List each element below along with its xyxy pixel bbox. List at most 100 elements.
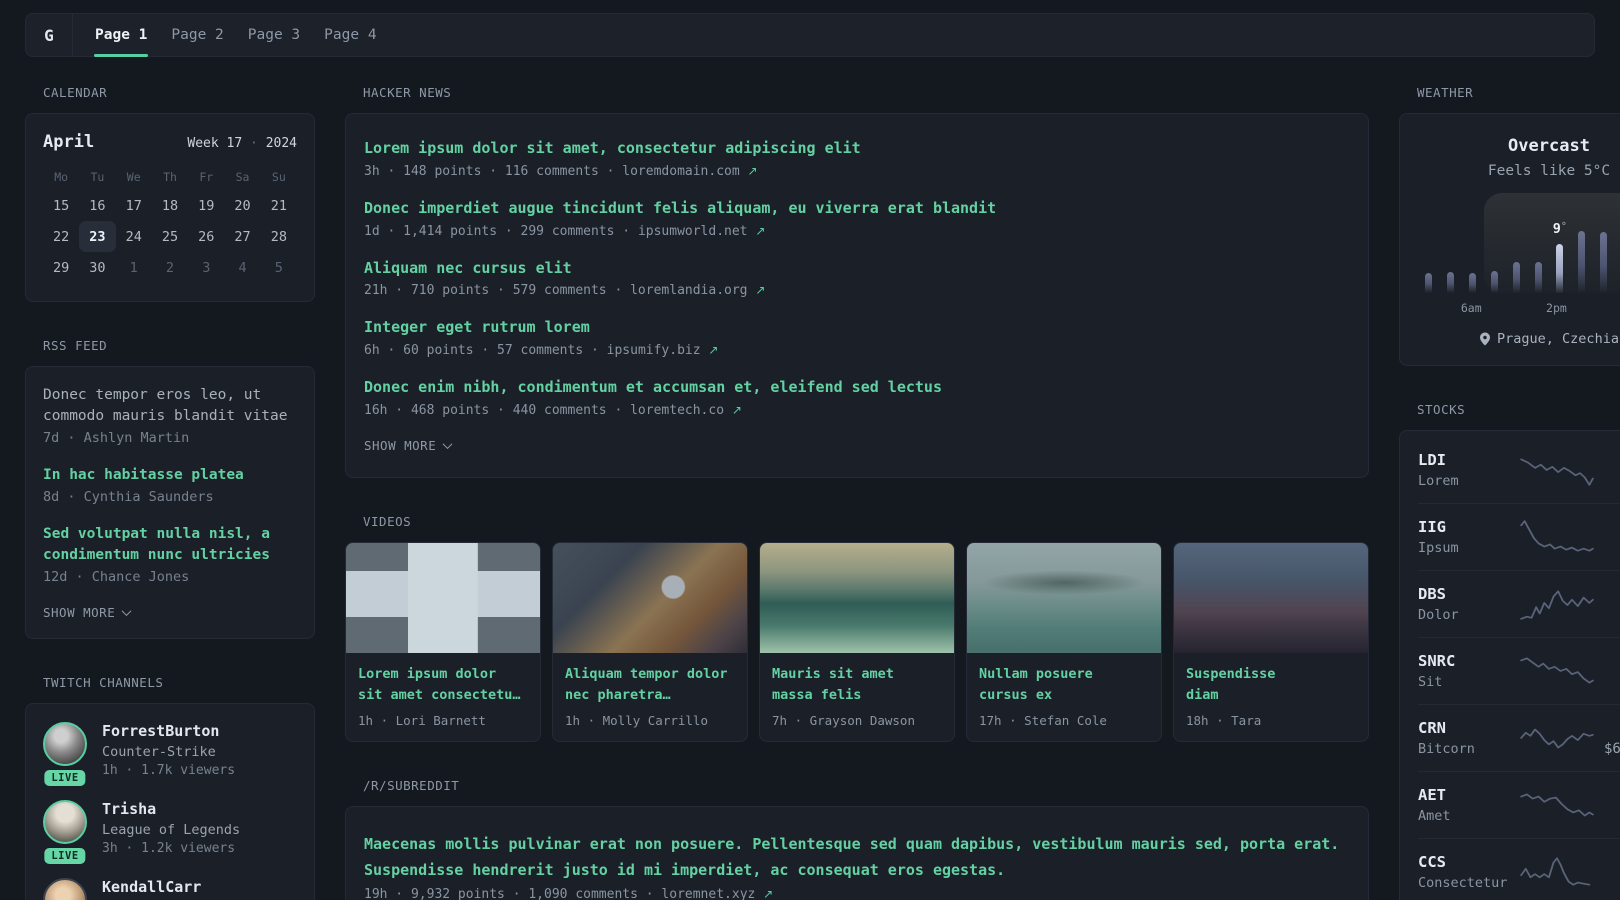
hn-story-domain[interactable]: loremdomain.com [622, 164, 739, 179]
stock-row[interactable]: LDI Lorem +4.35% $795.18 [1418, 437, 1620, 504]
stock-row[interactable]: DBS Dolor +1.42% $156.28 [1418, 571, 1620, 638]
nav-tabs: Page 1 Page 2 Page 3 Page 4 [73, 14, 389, 57]
rss-widget: RSS FEED Donec tempor eros leo, ut commo… [25, 338, 315, 639]
rss-item: In hac habitasse platea 8d · Cynthia Sau… [43, 465, 297, 505]
stock-row[interactable]: CRN Bitcorn -1.00% $66,171.48 [1418, 705, 1620, 772]
calendar-weekday: Su [271, 170, 286, 184]
stock-ticker[interactable]: LDI [1418, 451, 1510, 469]
weather-location-row: Prague, Czechia [1418, 331, 1620, 347]
subreddit-post-meta: 19h · 9,932 points · 1,090 comments · lo… [364, 887, 1350, 900]
video-thumbnail[interactable] [967, 542, 1161, 653]
stock-sparkline [1520, 520, 1594, 552]
calendar-weekday: We [126, 170, 141, 184]
stock-name: Ipsum [1418, 540, 1459, 556]
video-thumbnail[interactable] [760, 542, 954, 653]
calendar-day: 5 [274, 259, 283, 276]
hn-story-domain[interactable]: ipsumify.biz [607, 343, 701, 358]
hn-story-stats: 16h · 468 points · 440 comments · [364, 402, 631, 418]
stock-ticker[interactable]: CRN [1418, 719, 1510, 737]
stock-change: +2.84% [1604, 518, 1620, 536]
twitch-channel-category: League of Legends [102, 822, 241, 838]
calendar-day: 26 [198, 228, 215, 245]
hn-story-meta: 21h · 710 points · 579 comments · loreml… [364, 283, 1350, 298]
video-title[interactable]: Suspendisse diam [1186, 664, 1356, 706]
weather-bars: 9° [1418, 193, 1620, 293]
hn-story-title[interactable]: Donec imperdiet augue tincidunt felis al… [364, 198, 1350, 220]
left-column: CALENDAR April Week 17 · 2024 Mo Tu We Th Fr… [25, 85, 315, 900]
stock-sparkline [1520, 657, 1594, 684]
twitch-channel-name[interactable]: KendallCarr [102, 878, 201, 896]
rss-card: Donec tempor eros leo, ut commodo mauris… [25, 366, 315, 639]
rss-item-title[interactable]: Donec tempor eros leo, ut commodo mauris… [43, 385, 297, 427]
stock-ticker[interactable]: SNRC [1418, 652, 1510, 670]
video-thumbnail[interactable] [346, 542, 540, 653]
video-title[interactable]: Mauris sit amet massa felis [772, 664, 942, 706]
twitch-channel-row[interactable]: LIVE KendallCarr [43, 878, 297, 900]
rss-show-more-button[interactable]: SHOW MORE [43, 605, 297, 620]
calendar-weekday: Tu [90, 170, 105, 184]
external-link-icon: ↗ [747, 163, 758, 178]
twitch-channel-meta: 1h · 1.7k viewers [102, 763, 236, 778]
twitch-channel-row[interactable]: LIVE ForrestBurton Counter-Strike 1h · 1… [43, 722, 297, 786]
hn-story: Integer eget rutrum lorem 6h · 60 points… [364, 317, 1350, 358]
calendar-week-info: Week 17 · 2024 [187, 136, 297, 151]
app-logo[interactable]: G [26, 14, 73, 56]
video-title[interactable]: Lorem ipsum dolor sit amet consectetu… [358, 664, 528, 706]
video-card[interactable]: Mauris sit amet massa felis 7h · Grayson … [759, 541, 955, 742]
calendar-day: 1 [129, 259, 138, 276]
subreddit-post: Maecenas mollis pulvinar erat non posuer… [364, 831, 1350, 900]
stock-row[interactable]: IIG Ipsum +2.84% $42.04 [1418, 504, 1620, 571]
video-title[interactable]: Aliquam tempor dolor nec pharetra… [565, 664, 735, 706]
video-card[interactable]: Aliquam tempor dolor nec pharetra… 1h · M… [552, 541, 748, 742]
hn-story-title[interactable]: Aliquam nec cursus elit [364, 258, 1350, 280]
nav-tab-page-1[interactable]: Page 1 [83, 14, 159, 57]
hn-story-domain[interactable]: ipsumworld.net [638, 224, 748, 239]
stock-row[interactable]: CCS Consectetur +0.51% $165.84 [1418, 839, 1620, 900]
hn-story-title[interactable]: Donec enim nibh, condimentum et accumsan… [364, 377, 1350, 399]
weather-hour-label [1418, 301, 1439, 315]
stock-row[interactable]: SNRC Sit +1.36% $148.64 [1418, 638, 1620, 705]
calendar-day: 4 [238, 259, 247, 276]
rss-item-title[interactable]: In hac habitasse platea [43, 465, 297, 486]
hn-story-domain[interactable]: loremlandia.org [630, 283, 747, 298]
twitch-channel-name[interactable]: Trisha [102, 800, 240, 818]
stock-name: Consectetur [1418, 875, 1508, 891]
hn-story-domain[interactable]: loremtech.co [630, 403, 724, 418]
stock-ticker[interactable]: IIG [1418, 518, 1510, 536]
weather-bar [1483, 271, 1505, 293]
video-thumbnail[interactable] [553, 542, 747, 653]
stock-change: +4.35% [1604, 451, 1620, 469]
hn-story-title[interactable]: Integer eget rutrum lorem [364, 317, 1350, 339]
nav-tab-page-3[interactable]: Page 3 [236, 14, 312, 56]
twitch-channel-name[interactable]: ForrestBurton [102, 722, 235, 740]
subreddit-post-title[interactable]: Maecenas mollis pulvinar erat non posuer… [364, 831, 1350, 884]
weather-current-temp: 9° [1552, 221, 1567, 237]
hn-story-title[interactable]: Lorem ipsum dolor sit amet, consectetur … [364, 138, 1350, 160]
hn-story-stats: 21h · 710 points · 579 comments · [364, 283, 631, 299]
weather-chart: 9° [1418, 193, 1620, 293]
video-card[interactable]: Lorem ipsum dolor sit amet consectetu… 1h… [345, 541, 541, 742]
stock-price: $499.72 [1604, 808, 1620, 824]
subreddit-post-domain[interactable]: loremnet.xyz [661, 887, 755, 900]
nav-tab-page-4[interactable]: Page 4 [312, 14, 388, 56]
weather-hour-label [1610, 301, 1620, 315]
rss-item-title[interactable]: Sed volutpat nulla nisl, a condimentum n… [43, 524, 297, 566]
calendar-weekday-row: Mo Tu We Th Fr Sa Su [43, 170, 297, 184]
video-card[interactable]: Suspendisse diam 18h · Tara [1173, 541, 1369, 742]
stock-row[interactable]: AET Amet +0.92% $499.72 [1418, 772, 1620, 839]
video-title[interactable]: Nullam posuere cursus ex [979, 664, 1149, 706]
hn-story-meta: 3h · 148 points · 116 comments · loremdo… [364, 164, 1350, 179]
weather-widget: WEATHER Overcast Feels like 5°C 9° 6am 2p… [1399, 85, 1620, 366]
video-meta: 1h · Molly Carrillo [565, 712, 708, 728]
video-thumbnail[interactable] [1174, 542, 1368, 653]
nav-tab-page-2[interactable]: Page 2 [159, 14, 235, 56]
twitch-channel-row[interactable]: LIVE Trisha League of Legends 3h · 1.2k … [43, 800, 297, 864]
stock-sparkline [1520, 458, 1594, 486]
stock-ticker[interactable]: AET [1418, 786, 1510, 804]
stock-ticker[interactable]: DBS [1418, 585, 1510, 603]
stock-ticker[interactable]: CCS [1418, 853, 1510, 871]
weather-condition: Overcast [1508, 136, 1590, 156]
hn-show-more-button[interactable]: SHOW MORE [364, 438, 1350, 453]
video-card[interactable]: Nullam posuere cursus ex 17h · Stefan Col… [966, 541, 1162, 742]
weather-hour-label [1524, 301, 1545, 315]
